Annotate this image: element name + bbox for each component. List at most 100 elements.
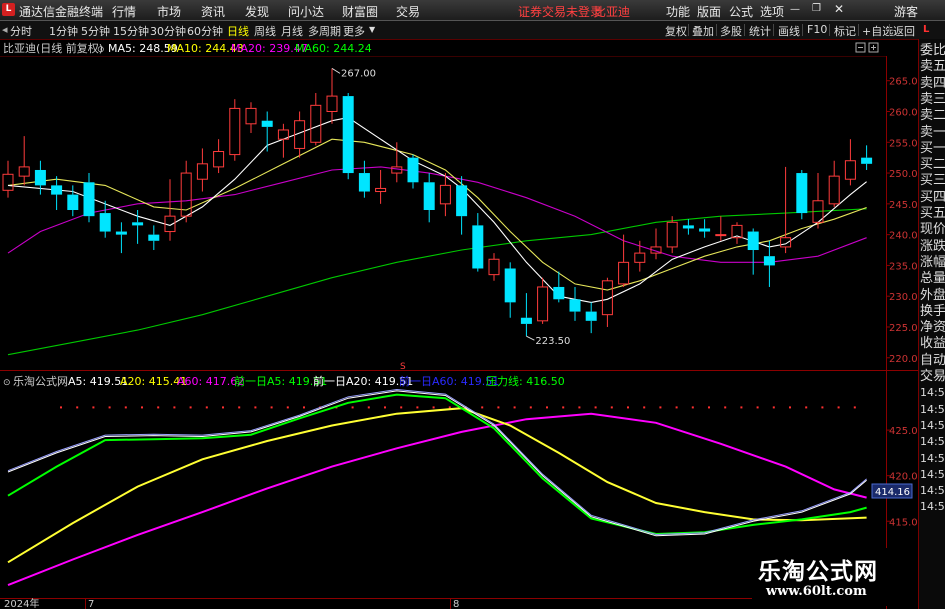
restore-icon[interactable]: ❐: [812, 3, 821, 14]
side-item[interactable]: 14:56: [920, 418, 945, 434]
menu-jiaoyi[interactable]: 交易: [396, 3, 420, 20]
candle[interactable]: [472, 213, 484, 272]
candle[interactable]: [2, 160, 14, 198]
side-item[interactable]: 14:56: [920, 385, 945, 401]
tab-daily[interactable]: 日线: [227, 23, 249, 39]
menu-faxian[interactable]: 发现: [245, 3, 269, 20]
tab-60min[interactable]: 60分钟: [187, 23, 223, 39]
current-value-tag: 414.16: [871, 483, 913, 499]
close-icon[interactable]: ✕: [834, 2, 844, 16]
candle[interactable]: [18, 136, 30, 186]
candle[interactable]: [520, 293, 532, 337]
candle[interactable]: [537, 277, 549, 324]
pressure-dot: [416, 406, 419, 409]
minimize-icon[interactable]: —: [790, 4, 800, 15]
left-arrow-icon[interactable]: ◂: [2, 23, 8, 36]
tab-5min[interactable]: 5分钟: [81, 23, 110, 39]
candle[interactable]: [650, 228, 662, 260]
candle[interactable]: [439, 173, 451, 217]
btn-fuquan[interactable]: 复权: [665, 23, 687, 39]
candle[interactable]: [796, 169, 808, 220]
btn-f10[interactable]: F10: [807, 23, 827, 36]
ma-settings-icon[interactable]: ⊙: [97, 45, 105, 55]
menu-gongneng[interactable]: 功能: [666, 3, 690, 20]
side-item[interactable]: 14:56: [920, 499, 945, 515]
side-item[interactable]: 自动: [920, 353, 945, 369]
candle[interactable]: [375, 169, 387, 204]
side-item[interactable]: 14:56: [920, 434, 945, 450]
candle[interactable]: [99, 200, 111, 238]
tab-multiperiod[interactable]: 多周期: [308, 23, 341, 39]
menu-caifuquan[interactable]: 财富圈: [342, 3, 378, 20]
candle[interactable]: [601, 277, 613, 327]
candle[interactable]: [747, 228, 759, 275]
candle[interactable]: [488, 253, 500, 281]
candle[interactable]: [358, 160, 370, 198]
candle[interactable]: [666, 216, 678, 254]
indicator-settings-icon[interactable]: ⊙: [3, 378, 11, 388]
candle[interactable]: [67, 185, 79, 217]
candle[interactable]: [326, 68, 338, 124]
side-item[interactable]: 14:56: [920, 451, 945, 467]
pressure-dot: [594, 406, 597, 409]
candle[interactable]: [115, 222, 127, 254]
side-item[interactable]: 交易: [920, 369, 945, 385]
candle[interactable]: [780, 166, 792, 254]
candle[interactable]: [423, 173, 435, 223]
candle[interactable]: [504, 262, 516, 318]
candle[interactable]: [164, 179, 176, 241]
btn-diejia[interactable]: 叠加: [692, 23, 714, 39]
candle[interactable]: [585, 302, 597, 334]
more-dropdown-icon[interactable]: ▼: [369, 25, 375, 34]
menu-xuanxiang[interactable]: 选项: [760, 3, 784, 20]
tab-monthly[interactable]: 月线: [281, 23, 303, 39]
candle[interactable]: [245, 102, 257, 134]
menu-shichang[interactable]: 市场: [157, 3, 181, 20]
candle[interactable]: [763, 240, 775, 287]
candle[interactable]: [342, 93, 354, 180]
candle[interactable]: [213, 139, 225, 174]
menu-wenxiaoda[interactable]: 问小达: [288, 3, 324, 20]
candle[interactable]: [83, 173, 95, 223]
candle[interactable]: [828, 160, 840, 207]
candle[interactable]: [844, 139, 856, 186]
candle[interactable]: [229, 99, 241, 161]
side-item[interactable]: 14:56: [920, 483, 945, 499]
candle[interactable]: [51, 176, 63, 210]
candle[interactable]: [196, 148, 208, 192]
tab-1min[interactable]: 1分钟: [49, 23, 78, 39]
candle[interactable]: [861, 145, 873, 170]
tab-more[interactable]: 更多: [343, 23, 365, 39]
side-item[interactable]: 14:56: [920, 467, 945, 483]
btn-tongji[interactable]: 统计: [749, 23, 771, 39]
candle[interactable]: [569, 286, 581, 321]
candle[interactable]: [261, 111, 273, 152]
candle[interactable]: [812, 173, 824, 229]
menu-banmian[interactable]: 版面: [697, 3, 721, 20]
candle[interactable]: [34, 160, 46, 195]
tab-weekly[interactable]: 周线: [254, 23, 276, 39]
btn-biaoji[interactable]: 标记: [834, 23, 856, 39]
candle[interactable]: [407, 154, 419, 189]
tab-15min[interactable]: 15分钟: [113, 23, 149, 39]
tab-30min[interactable]: 30分钟: [150, 23, 186, 39]
menu-hangqing[interactable]: 行情: [112, 3, 136, 20]
tab-fenshi[interactable]: 分时: [10, 23, 32, 39]
candle[interactable]: [715, 216, 727, 241]
candle[interactable]: [310, 93, 322, 146]
candle[interactable]: [731, 222, 743, 244]
candlesticks[interactable]: [2, 68, 873, 337]
login-notice[interactable]: 证券交易未登录: [518, 3, 602, 20]
menu-zixun[interactable]: 资讯: [201, 3, 225, 20]
btn-huaxian[interactable]: 画线: [778, 23, 800, 39]
candle[interactable]: [682, 219, 694, 235]
kline-chart[interactable]: 265.0 260.0 255.0 250.0 245.0 240.0 235.0 230.0…: [0, 39, 918, 609]
btn-duogu[interactable]: 多股: [720, 23, 742, 39]
candle[interactable]: [148, 225, 160, 251]
side-item[interactable]: 14:56: [920, 402, 945, 418]
candle[interactable]: [699, 219, 711, 238]
menu-gongshi[interactable]: 公式: [729, 3, 753, 20]
guest-label[interactable]: 游客: [894, 3, 918, 20]
btn-back[interactable]: 返回: [893, 23, 915, 39]
candle[interactable]: [180, 160, 192, 223]
